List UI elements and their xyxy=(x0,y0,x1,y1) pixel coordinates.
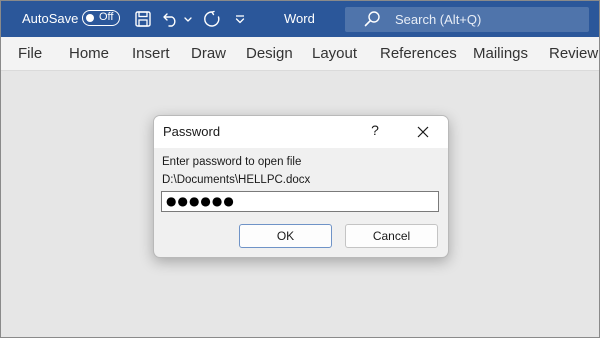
autosave-label: AutoSave xyxy=(22,11,79,26)
help-button[interactable]: ? xyxy=(362,122,388,142)
autosave-toggle[interactable]: Off xyxy=(82,10,120,26)
tab-review[interactable]: Review xyxy=(549,45,598,62)
save-icon[interactable] xyxy=(133,9,153,29)
ok-button[interactable]: OK xyxy=(239,224,332,248)
tab-mailings[interactable]: Mailings xyxy=(473,45,528,62)
word-window: AutoSave Off Word Search (Alt+Q) File Ho… xyxy=(0,0,600,338)
customize-qat-icon[interactable] xyxy=(233,9,247,29)
tab-layout[interactable]: Layout xyxy=(312,45,357,62)
redo-icon[interactable] xyxy=(202,9,222,29)
tab-draw[interactable]: Draw xyxy=(191,45,226,62)
file-path: D:\Documents\HELLPC.docx xyxy=(162,174,311,186)
undo-icon[interactable] xyxy=(161,9,181,29)
undo-dropdown-icon[interactable] xyxy=(182,9,194,29)
tab-file[interactable]: File xyxy=(18,45,42,62)
search-box[interactable]: Search (Alt+Q) xyxy=(345,7,589,32)
password-dialog: Password ? Enter password to open file D… xyxy=(153,115,449,258)
dialog-title: Password xyxy=(163,124,221,139)
tab-references[interactable]: References xyxy=(380,45,457,62)
search-icon xyxy=(364,11,380,27)
password-input[interactable]: ●●●●●● xyxy=(161,191,439,212)
tab-insert[interactable]: Insert xyxy=(132,45,170,62)
toggle-knob xyxy=(86,13,94,22)
close-icon[interactable] xyxy=(412,122,434,142)
tab-design[interactable]: Design xyxy=(246,45,293,62)
dialog-title-bar: Password ? xyxy=(154,116,448,148)
title-bar: AutoSave Off Word Search (Alt+Q) xyxy=(1,1,599,37)
cancel-button[interactable]: Cancel xyxy=(345,224,438,248)
password-prompt: Enter password to open file xyxy=(162,156,302,168)
tab-home[interactable]: Home xyxy=(69,45,109,62)
autosave-toggle-state: Off xyxy=(99,11,114,23)
ribbon-tabs: File Home Insert Draw Design Layout Refe… xyxy=(1,37,599,71)
search-placeholder: Search (Alt+Q) xyxy=(395,12,482,27)
app-name: Word xyxy=(284,11,315,26)
